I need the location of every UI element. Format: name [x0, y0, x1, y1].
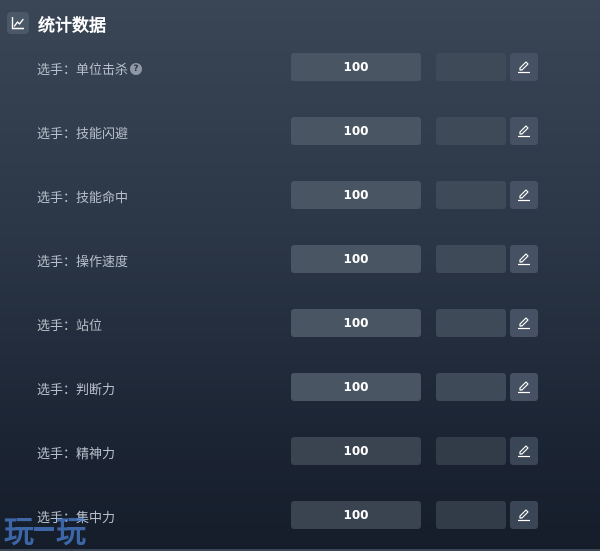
stat-input[interactable] — [436, 437, 506, 465]
stat-label: 选手：单位击杀 ? — [37, 59, 143, 78]
pencil-icon — [518, 125, 530, 138]
pencil-icon — [518, 509, 530, 522]
stat-value: 100 — [291, 373, 421, 401]
pencil-icon — [518, 189, 530, 202]
watermark-char: 玩 — [4, 515, 34, 550]
stat-label: 选手：技能闪避 — [37, 127, 129, 142]
edit-button[interactable] — [510, 309, 538, 337]
pencil-icon — [518, 317, 530, 330]
stat-input[interactable] — [436, 373, 506, 401]
edit-button[interactable] — [510, 181, 538, 209]
edit-button[interactable] — [510, 501, 538, 529]
help-icon[interactable]: ? — [130, 62, 143, 75]
stat-value: 100 — [291, 309, 421, 337]
stat-row-skill-dodge: 选手：技能闪避 100 — [0, 117, 600, 147]
stat-input[interactable] — [436, 245, 506, 273]
edit-button[interactable] — [510, 245, 538, 273]
stat-value: 100 — [291, 53, 421, 81]
stat-value: 100 — [291, 117, 421, 145]
stat-row-concentration: 选手：集中力 100 — [0, 501, 600, 531]
pencil-icon — [518, 253, 530, 266]
stat-label: 选手：精神力 — [37, 447, 116, 462]
watermark-logo: 玩 玩 — [4, 512, 86, 550]
stat-label: 选手：操作速度 — [37, 255, 129, 270]
pencil-icon — [518, 445, 530, 458]
stat-value: 100 — [291, 245, 421, 273]
stat-row-judgment: 选手：判断力 100 — [0, 373, 600, 403]
stat-row-unit-kill: 选手：单位击杀 ? 100 — [0, 53, 600, 83]
stat-label: 选手：技能命中 — [37, 191, 129, 206]
stat-value: 100 — [291, 501, 421, 529]
stat-value: 100 — [291, 181, 421, 209]
stat-input[interactable] — [436, 309, 506, 337]
stat-input[interactable] — [436, 117, 506, 145]
watermark-dash — [34, 527, 54, 531]
edit-button[interactable] — [510, 437, 538, 465]
stat-value: 100 — [291, 437, 421, 465]
watermark-char: 玩 — [56, 515, 86, 550]
edit-button[interactable] — [510, 373, 538, 401]
stat-row-positioning: 选手：站位 100 — [0, 309, 600, 339]
stat-label: 选手：判断力 — [37, 383, 116, 398]
edit-button[interactable] — [510, 53, 538, 81]
stat-row-mental-strength: 选手：精神力 100 — [0, 437, 600, 467]
stat-label: 选手：站位 — [37, 319, 103, 334]
edit-button[interactable] — [510, 117, 538, 145]
stat-input[interactable] — [436, 181, 506, 209]
stats-list: 选手：单位击杀 ? 100 选手：技能闪避 100 选手：技能命中 100 选手… — [0, 0, 600, 549]
stat-row-operation-speed: 选手：操作速度 100 — [0, 245, 600, 275]
stat-row-skill-hit: 选手：技能命中 100 — [0, 181, 600, 211]
stat-input[interactable] — [436, 501, 506, 529]
stat-label-text: 选手：单位击杀 — [37, 63, 129, 78]
stat-input[interactable] — [436, 53, 506, 81]
pencil-icon — [518, 381, 530, 394]
pencil-icon — [518, 61, 530, 74]
